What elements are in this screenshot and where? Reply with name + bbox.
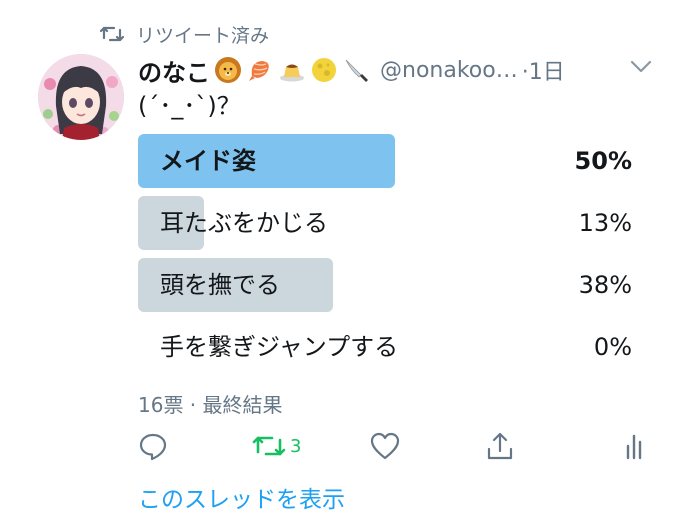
poll-option-label: 頭を撫でる xyxy=(160,271,280,299)
poll-option-percent: 13% xyxy=(578,209,632,237)
share-button[interactable] xyxy=(486,426,514,466)
retweet-icon xyxy=(252,436,286,456)
poll-option-percent: 0% xyxy=(593,333,632,361)
analytics-icon xyxy=(626,434,642,460)
full-moon-emoji-icon xyxy=(312,58,336,82)
poll-option-2: 耳たぶをかじる 13% xyxy=(138,196,632,250)
poll-option-percent: 38% xyxy=(578,271,632,299)
tweet-author-row: のなこ @nonakoo… ·1日 xyxy=(138,50,565,90)
heart-icon xyxy=(370,432,400,460)
poll-option-label: メイド姿 xyxy=(160,147,256,175)
retweeted-label: リツイート済み xyxy=(136,24,270,47)
retweeted-header: リツイート済み xyxy=(100,19,269,49)
poll-option-label: 手を繋ぎジャンプする xyxy=(160,333,399,361)
avatar[interactable] xyxy=(38,54,124,140)
kitchen-knife-emoji-icon xyxy=(345,59,368,82)
tweet-timestamp[interactable]: ·1日 xyxy=(522,54,565,86)
pudding-emoji-icon xyxy=(280,64,304,82)
analytics-button[interactable] xyxy=(624,426,644,466)
chevron-down-icon[interactable] xyxy=(630,60,652,74)
share-icon xyxy=(487,432,513,460)
retweet-small-icon xyxy=(100,26,124,42)
tweet-text: (´･_･`)？ xyxy=(138,92,241,120)
show-thread-link[interactable]: このスレッドを表示 xyxy=(138,480,345,514)
poll-meta: 16票 · 最終結果 xyxy=(138,393,283,417)
reply-button[interactable] xyxy=(138,426,168,466)
reply-icon xyxy=(139,433,167,461)
like-button[interactable] xyxy=(370,426,400,466)
avatar-illustration xyxy=(38,54,124,140)
poll-option-4: 手を繋ぎジャンプする 0% xyxy=(138,320,632,374)
retweet-button[interactable]: 3 xyxy=(252,426,301,466)
lion-emoji-icon xyxy=(215,57,241,83)
retweet-count: 3 xyxy=(290,435,302,457)
poll-option-label: 耳たぶをかじる xyxy=(160,209,328,237)
shrimp-emoji-icon xyxy=(249,61,269,81)
poll-option-3: 頭を撫でる 38% xyxy=(138,258,632,312)
display-name[interactable]: のなこ xyxy=(138,53,210,88)
tweet-actions: 3 xyxy=(138,426,658,466)
user-handle[interactable]: @nonakoo… xyxy=(380,58,518,83)
poll-option-percent: 50% xyxy=(574,147,632,175)
poll-option-1: メイド姿 50% xyxy=(138,134,632,188)
